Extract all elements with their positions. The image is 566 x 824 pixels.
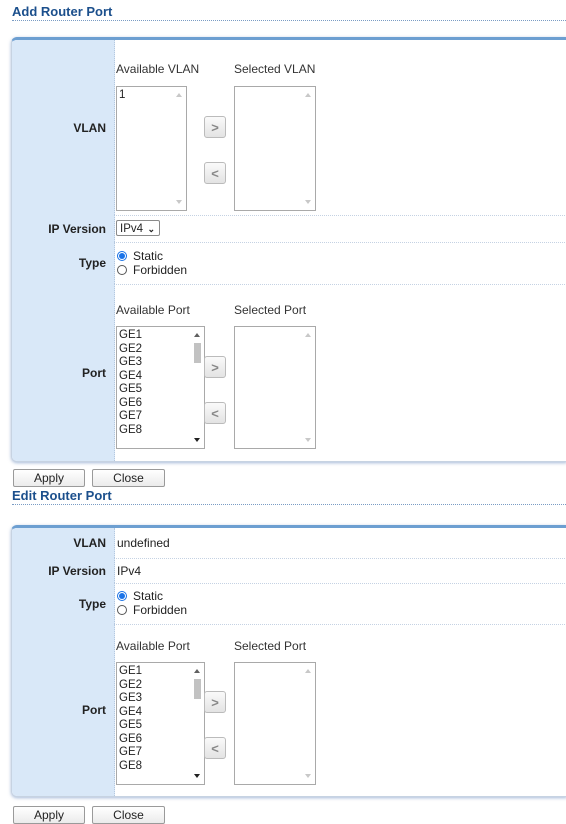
remove-vlan-button[interactable]: < [204, 162, 226, 184]
selected-port-list[interactable] [234, 662, 316, 785]
vlan-row: VLAN Available VLAN Selected VLAN 1 > < [12, 40, 566, 216]
scroll-up-arrow-icon[interactable] [194, 669, 200, 673]
edit-router-port-panel: VLAN undefined IP Version IPv4 Type Stat… [11, 525, 566, 797]
vlan-value: undefined [117, 536, 170, 550]
ip-version-row: IP Version IPv4 [12, 558, 566, 584]
scroll-down-arrow-icon[interactable] [176, 200, 182, 204]
type-option-label: Static [133, 248, 164, 263]
type-static-option[interactable]: Static [117, 248, 164, 263]
available-port-list[interactable]: GE1 GE2 GE3 GE4 GE5 GE6 GE7 GE8 [116, 326, 205, 449]
scroll-up-arrow-icon[interactable] [176, 93, 182, 97]
vlan-label: VLAN [12, 528, 115, 558]
ip-version-select[interactable]: IPv4 ⌄ [116, 220, 160, 236]
scrollbar[interactable] [173, 87, 186, 210]
scrollbar-thumb[interactable] [194, 343, 201, 363]
port-label: Port [12, 284, 115, 461]
list-item[interactable]: GE2 [119, 679, 142, 693]
scroll-up-arrow-icon[interactable] [305, 669, 311, 673]
type-static-option[interactable]: Static [117, 588, 164, 603]
remove-port-button[interactable]: < [204, 402, 226, 424]
radio-unselected-icon[interactable] [117, 604, 127, 615]
radio-selected-icon[interactable] [117, 590, 127, 601]
type-label: Type [12, 242, 115, 284]
selected-port-list[interactable] [234, 326, 316, 449]
available-port-list[interactable]: GE1 GE2 GE3 GE4 GE5 GE6 GE7 GE8 [116, 662, 205, 785]
scroll-down-arrow-icon[interactable] [305, 438, 311, 442]
list-item[interactable]: GE6 [119, 733, 142, 747]
available-vlan-header: Available VLAN [116, 62, 200, 76]
type-option-label: Forbidden [133, 602, 188, 617]
scroll-down-arrow-icon[interactable] [305, 774, 311, 778]
list-item[interactable]: 1 [119, 89, 125, 103]
type-option-label: Static [133, 588, 164, 603]
edit-router-port-title: Edit Router Port [12, 488, 566, 505]
scroll-down-arrow-icon[interactable] [194, 438, 200, 442]
ip-version-value: IPv4 [120, 223, 144, 235]
list-item[interactable]: GE6 [119, 397, 142, 411]
list-item[interactable]: GE1 [119, 665, 142, 679]
type-option-label: Forbidden [133, 262, 188, 277]
list-item[interactable]: GE2 [119, 343, 142, 357]
selected-port-header: Selected Port [234, 303, 307, 317]
add-port-button[interactable]: > [204, 356, 226, 378]
add-router-port-title: Add Router Port [12, 4, 566, 21]
edit-apply-button[interactable]: Apply [13, 806, 85, 824]
list-item[interactable]: GE7 [119, 410, 142, 424]
type-row: Type Static Forbidden [12, 242, 566, 285]
scroll-up-arrow-icon[interactable] [305, 93, 311, 97]
list-item[interactable]: GE5 [119, 719, 142, 733]
port-row: Port Available Port Selected Port GE1 GE… [12, 284, 566, 461]
vlan-row: VLAN undefined [12, 528, 566, 559]
ip-version-label: IP Version [12, 558, 115, 583]
chevron-down-icon: ⌄ [147, 224, 155, 234]
ip-version-label: IP Version [12, 215, 115, 242]
add-port-button[interactable]: > [204, 691, 226, 713]
list-item[interactable]: GE3 [119, 692, 142, 706]
selected-port-header: Selected Port [234, 639, 307, 653]
edit-close-button[interactable]: Close [92, 806, 165, 824]
vlan-label: VLAN [12, 40, 115, 215]
scroll-up-arrow-icon[interactable] [305, 333, 311, 337]
available-port-header: Available Port [116, 303, 190, 317]
type-forbidden-option[interactable]: Forbidden [117, 262, 188, 277]
port-label: Port [12, 624, 115, 796]
scrollbar[interactable] [302, 87, 315, 210]
scrollbar-thumb[interactable] [194, 679, 201, 699]
radio-unselected-icon[interactable] [117, 264, 127, 275]
add-close-button[interactable]: Close [92, 469, 165, 487]
scrollbar[interactable] [191, 663, 204, 784]
selected-vlan-list[interactable] [234, 86, 316, 211]
ip-version-row: IP Version IPv4 ⌄ [12, 215, 566, 243]
available-port-header: Available Port [116, 639, 190, 653]
available-vlan-list[interactable]: 1 [116, 86, 187, 211]
type-row: Type Static Forbidden [12, 583, 566, 625]
list-item[interactable]: GE5 [119, 383, 142, 397]
list-item[interactable]: GE4 [119, 706, 142, 720]
list-item[interactable]: GE3 [119, 356, 142, 370]
list-item[interactable]: GE1 [119, 329, 142, 343]
scroll-up-arrow-icon[interactable] [194, 333, 200, 337]
type-forbidden-option[interactable]: Forbidden [117, 602, 188, 617]
scrollbar[interactable] [302, 327, 315, 448]
selected-vlan-header: Selected VLAN [234, 62, 316, 76]
add-router-port-panel: VLAN Available VLAN Selected VLAN 1 > < … [11, 37, 566, 462]
scrollbar[interactable] [191, 327, 204, 448]
add-apply-button[interactable]: Apply [13, 469, 85, 487]
port-row: Port Available Port Selected Port GE1 GE… [12, 624, 566, 796]
type-label: Type [12, 583, 115, 624]
scrollbar[interactable] [302, 663, 315, 784]
list-item[interactable]: GE7 [119, 746, 142, 760]
scroll-down-arrow-icon[interactable] [305, 200, 311, 204]
radio-selected-icon[interactable] [117, 250, 127, 261]
add-vlan-button[interactable]: > [204, 116, 226, 138]
ip-version-value: IPv4 [117, 563, 142, 578]
scroll-down-arrow-icon[interactable] [194, 774, 200, 778]
list-item[interactable]: GE4 [119, 370, 142, 384]
remove-port-button[interactable]: < [204, 737, 226, 759]
list-item[interactable]: GE8 [119, 424, 142, 438]
list-item[interactable]: GE8 [119, 760, 142, 774]
